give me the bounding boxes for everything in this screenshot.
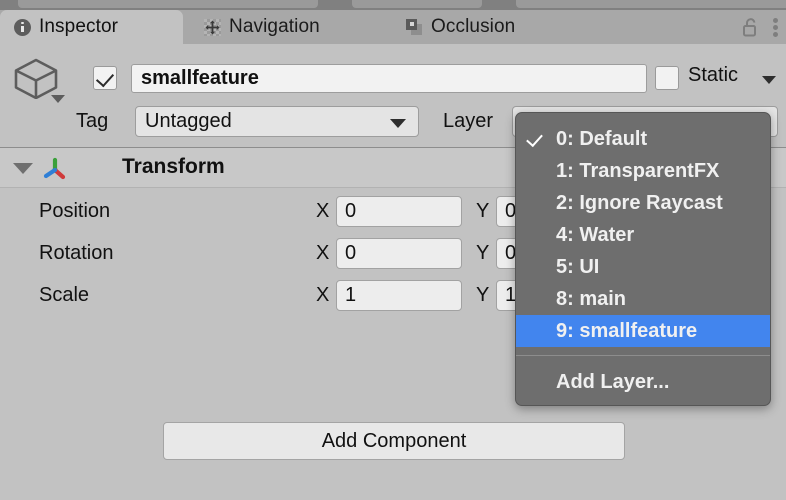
layer-label: Layer: [443, 110, 493, 133]
layer-option-label: 9: smallfeature: [556, 320, 697, 343]
kebab-menu-icon[interactable]: [773, 18, 778, 37]
layer-option-label: 2: Ignore Raycast: [556, 192, 723, 215]
tag-label: Tag: [76, 110, 108, 133]
tab-inspector-label: Inspector: [39, 16, 118, 38]
static-label: Static: [688, 64, 738, 87]
layer-option-2[interactable]: 2: Ignore Raycast: [516, 187, 770, 219]
info-circle-icon: [14, 19, 31, 36]
partial-toolbar-strip: [0, 0, 786, 10]
unlocked-padlock-icon[interactable]: [743, 18, 759, 36]
tab-occlusion-label: Occlusion: [431, 16, 515, 38]
scale-x-value: 1: [345, 284, 356, 307]
chevron-down-icon: [390, 119, 406, 128]
layer-option-5[interactable]: 5: UI: [516, 251, 770, 283]
unity-inspector-window: Inspector Navigation Occlusion: [0, 0, 786, 500]
row-label: Scale: [39, 284, 89, 307]
layer-option-label: 1: TransparentFX: [556, 160, 719, 183]
static-dropdown-caret-icon[interactable]: [762, 76, 776, 84]
axis-label-x: X: [316, 242, 329, 265]
axis-label-x: X: [316, 284, 329, 307]
layer-dropdown-popup: 0: Default 1: TransparentFX 2: Ignore Ra…: [515, 112, 771, 406]
tab-navigation[interactable]: Navigation: [190, 10, 390, 44]
layer-option-4[interactable]: 4: Water: [516, 219, 770, 251]
tab-occlusion[interactable]: Occlusion: [392, 10, 582, 44]
layer-option-label: 8: main: [556, 288, 626, 311]
add-layer-label: Add Layer...: [556, 371, 669, 394]
toolbar-pill: [516, 0, 786, 8]
layer-option-label: 4: Water: [556, 224, 634, 247]
object-enabled-checkbox[interactable]: [93, 66, 117, 90]
add-component-label: Add Component: [322, 430, 467, 453]
transform-axis-icon: [42, 156, 68, 182]
check-icon: [526, 130, 543, 147]
layer-option-label: 0: Default: [556, 128, 647, 151]
axis-label-x: X: [316, 200, 329, 223]
rotation-x-input[interactable]: 0: [336, 238, 462, 269]
cube-icon[interactable]: [11, 57, 67, 101]
axis-label-y: Y: [476, 242, 489, 265]
rotation-x-value: 0: [345, 242, 356, 265]
transform-title: Transform: [122, 155, 225, 179]
row-label: Rotation: [39, 242, 114, 265]
tab-bar-actions: [743, 10, 778, 44]
object-header-row: smallfeature Static: [0, 55, 786, 101]
foldout-triangle-icon[interactable]: [13, 163, 33, 174]
object-name-input[interactable]: smallfeature: [131, 64, 647, 93]
popup-gap: [516, 356, 770, 366]
tab-bar: Inspector Navigation Occlusion: [0, 10, 786, 44]
popup-top-padding: [516, 113, 770, 123]
static-checkbox[interactable]: [655, 66, 679, 90]
position-x-value: 0: [345, 200, 356, 223]
layer-option-8[interactable]: 8: main: [516, 283, 770, 315]
axis-label-y: Y: [476, 200, 489, 223]
layer-option-1[interactable]: 1: TransparentFX: [516, 155, 770, 187]
add-component-button[interactable]: Add Component: [163, 422, 625, 460]
object-name-value: smallfeature: [141, 67, 259, 90]
add-layer-option[interactable]: Add Layer...: [516, 366, 770, 398]
tag-value: Untagged: [145, 110, 232, 133]
tag-dropdown[interactable]: Untagged: [135, 106, 419, 137]
layer-option-9[interactable]: 9: smallfeature: [516, 315, 770, 347]
tab-inspector[interactable]: Inspector: [0, 10, 183, 44]
navigation-move-icon: [204, 19, 221, 36]
layer-option-0[interactable]: 0: Default: [516, 123, 770, 155]
toolbar-pill: [18, 0, 318, 8]
occlusion-squares-icon: [406, 19, 423, 36]
layer-option-label: 5: UI: [556, 256, 599, 279]
row-label: Position: [39, 200, 110, 223]
position-x-input[interactable]: 0: [336, 196, 462, 227]
axis-label-y: Y: [476, 284, 489, 307]
scale-x-input[interactable]: 1: [336, 280, 462, 311]
tab-navigation-label: Navigation: [229, 16, 320, 38]
toolbar-pill: [352, 0, 482, 8]
